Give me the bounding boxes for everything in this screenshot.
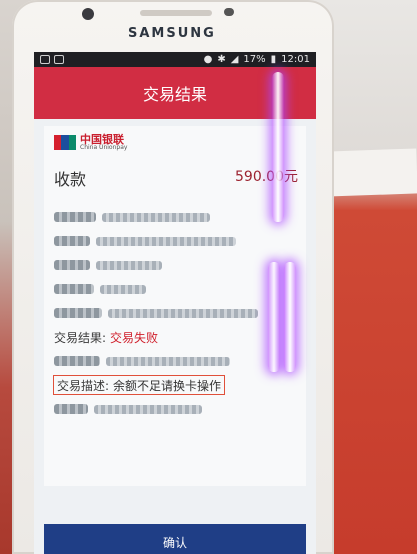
reference-row <box>54 400 202 418</box>
result-row: 交易结果: 交易失败 <box>54 328 158 346</box>
location-icon: ● <box>203 54 213 65</box>
unionpay-logo-icon <box>54 135 76 150</box>
proximity-sensor <box>224 8 234 16</box>
merchant-name-label <box>54 212 96 222</box>
reference-label <box>54 404 88 414</box>
terminal-id-row <box>54 256 162 274</box>
logo-text-en: China Unionpay <box>80 144 128 151</box>
bluetooth-icon: ✱ <box>217 54 226 65</box>
terminal-id-label <box>54 260 90 270</box>
signal-icon: ◢ <box>230 54 239 65</box>
battery-icon: ▮ <box>270 54 277 65</box>
status-time: 12:01 <box>281 54 310 65</box>
light-glare-bottom-right <box>284 262 296 372</box>
phone-body: SAMSUNG ● ✱ ◢ 17% ▮ 12:01 交易结果 中国银联 Chin… <box>12 0 334 554</box>
merchant-id-row <box>54 232 236 250</box>
receipt-card: 中国银联 China Unionpay 收款 590.00元 交易结果: 交易失… <box>44 126 306 486</box>
battery-level: 17% <box>243 54 266 65</box>
card-number-row <box>54 304 258 322</box>
card-number-value <box>108 308 258 318</box>
confirm-button[interactable]: 确认 <box>44 524 306 554</box>
time-label <box>54 356 100 366</box>
paper-sheet <box>326 148 417 197</box>
page-title: 交易结果 <box>142 85 207 104</box>
description-row: 交易描述: 余额不足请换卡操作 <box>52 375 226 395</box>
description-value: 余额不足请换卡操作 <box>113 378 222 393</box>
transaction-type: 收款 <box>54 170 87 189</box>
issuer-value <box>100 284 146 294</box>
card-number-label <box>54 308 102 318</box>
merchant-id-value <box>96 236 236 246</box>
front-camera <box>82 8 94 20</box>
message-icon <box>54 55 64 64</box>
merchant-name-value <box>102 212 210 222</box>
terminal-id-value <box>96 260 162 270</box>
description-label: 交易描述: <box>57 378 110 393</box>
issuer-row <box>54 280 146 298</box>
time-value <box>106 356 230 366</box>
reference-value <box>94 404 202 414</box>
brand-label: SAMSUNG <box>128 26 216 41</box>
result-value: 交易失败 <box>110 330 159 345</box>
merchant-id-label <box>54 236 90 246</box>
phone-screen: ● ✱ ◢ 17% ▮ 12:01 交易结果 中国银联 China Unionp… <box>34 52 316 554</box>
notification-icon <box>40 55 50 64</box>
unionpay-logo: 中国银联 China Unionpay <box>54 134 127 151</box>
issuer-label <box>54 284 94 294</box>
result-label: 交易结果: <box>54 330 107 345</box>
status-bar: ● ✱ ◢ 17% ▮ 12:01 <box>34 52 316 67</box>
transaction-amount: 590.00元 <box>235 169 298 185</box>
time-row <box>54 352 230 370</box>
light-glare-bottom-left <box>268 262 280 372</box>
light-glare-top <box>272 72 284 222</box>
earpiece-speaker <box>140 10 212 16</box>
merchant-name-row <box>54 208 210 226</box>
